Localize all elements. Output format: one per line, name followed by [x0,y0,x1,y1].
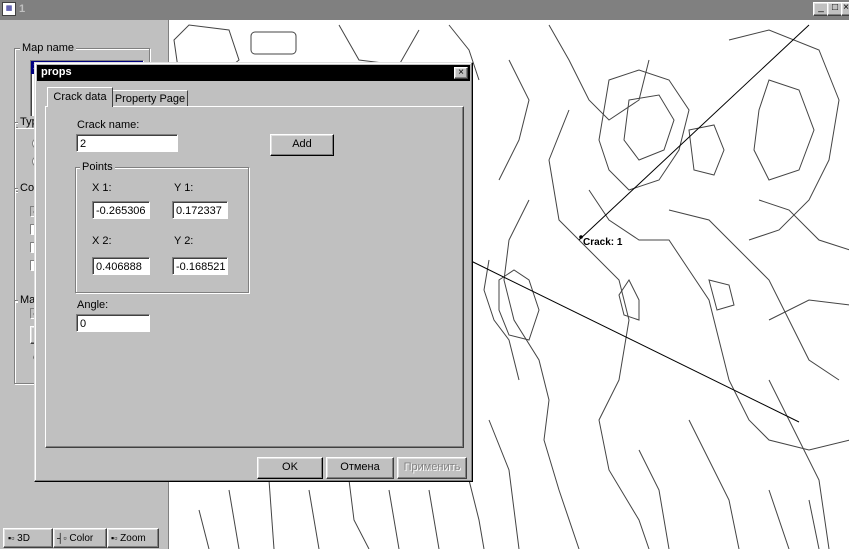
add-button[interactable]: Add [270,134,334,156]
x1-input[interactable]: -0.265306 [92,201,150,219]
zoom-icon: ▪▫ [111,533,118,543]
props-dialog: props × Crack data Property Page Crack n… [34,62,473,482]
points-label: Points [80,161,115,173]
tab-property-page-label: Property Page [114,93,186,105]
tab-panel: Crack name: 2 Add Points X 1: Y 1: -0.26… [45,106,464,448]
y2-label: Y 2: [174,235,194,247]
tab-crack-data-label: Crack data [53,91,107,103]
tab-property-page[interactable]: Property Page [112,90,188,107]
angle-input[interactable]: 0 [76,314,150,332]
app-icon: ▦ [2,2,16,16]
apply-button[interactable]: Применить [397,457,467,479]
crack-name-label: Crack name: [77,119,140,131]
crack-lines [468,24,810,423]
color-icon: ┤▫ [57,533,67,543]
x2-input[interactable]: 0.406888 [92,257,150,275]
dialog-close-icon[interactable]: × [454,67,468,79]
ok-button[interactable]: OK [257,457,323,479]
main-titlebar[interactable]: ▦ 1 _ □ × [0,0,849,20]
dialog-title: props [41,66,72,78]
y1-label: Y 1: [174,182,194,194]
y1-input[interactable]: 0.172337 [172,201,228,219]
main-window-title: 1 [19,3,26,15]
tab-3d[interactable]: ▪▫ 3D [3,528,53,548]
tab-3d-label: 3D [17,533,30,544]
map-name-label: Map name [20,42,76,54]
tab-crack-data[interactable]: Crack data [47,87,113,107]
3d-icon: ▪▫ [8,533,15,543]
crack-label: Crack: 1 [583,237,623,248]
y2-input[interactable]: -0.168521 [172,257,228,275]
close-button[interactable]: × [841,2,849,16]
x2-label: X 2: [92,235,112,247]
angle-label: Angle: [77,299,109,311]
tab-zoom-label: Zoom [120,533,146,544]
x1-label: X 1: [92,182,112,194]
dialog-titlebar[interactable]: props × [37,65,470,81]
cancel-button[interactable]: Отмена [326,457,394,479]
tab-color-label: Color [69,533,94,544]
tab-color[interactable]: ┤▫ Color [53,528,107,548]
crack-name-input[interactable]: 2 [76,134,178,152]
tab-zoom[interactable]: ▪▫ Zoom [107,528,159,548]
